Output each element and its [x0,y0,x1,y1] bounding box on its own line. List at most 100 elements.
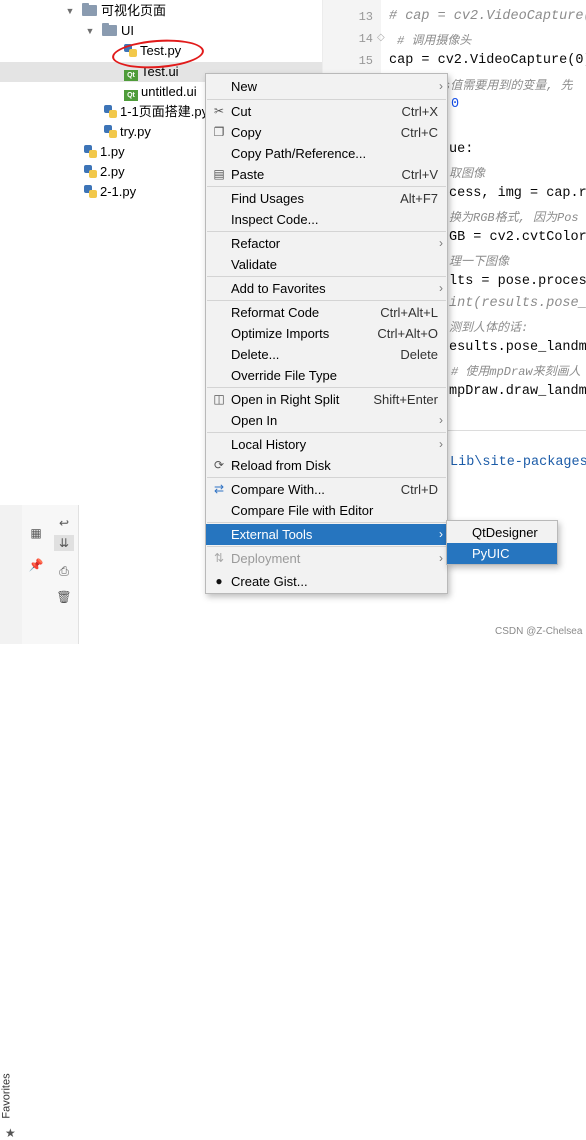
submenu-arrow-icon: › [439,281,443,295]
code-line: GB = cv2.cvtColor [449,230,586,245]
menu-separator [207,432,446,433]
console-path-text: Lib\site-packages [450,455,586,470]
menu-item-copy-path[interactable]: Copy Path/Reference... [206,143,447,164]
menu-item-optimize-imports[interactable]: Optimize Imports Ctrl+Alt+O [206,323,447,344]
trash-icon[interactable]: 🗑 [54,589,74,605]
menu-item-reformat-code[interactable]: Reformat Code Ctrl+Alt+L [206,302,447,323]
external-tools-submenu: QtDesigner PyUIC [446,520,558,565]
menu-item-delete[interactable]: Delete... Delete [206,344,447,365]
submenu-arrow-icon: › [439,551,443,565]
menu-item-compare-file-with-editor[interactable]: Compare File with Editor [206,500,447,521]
code-line: 换为RGB格式, 因为Pos [449,211,579,225]
folder-icon [82,3,97,16]
menu-item-copy[interactable]: ❐ Copy Ctrl+C [206,122,447,143]
menu-item-local-history[interactable]: Local History › [206,434,447,455]
tree-item-label: try.py [120,124,151,139]
code-line: # 调用摄像头 [397,34,472,48]
code-line: lts = pose.proces [449,274,586,289]
code-line: 测到人体的话: [449,321,529,335]
python-file-icon [104,105,117,118]
menu-item-create-gist[interactable]: ● Create Gist... [206,571,447,592]
menu-separator [207,276,446,277]
tree-item-label: untitled.ui [141,84,197,99]
tree-file-untitled-ui[interactable]: Qt untitled.ui [124,82,197,102]
menu-item-validate[interactable]: Validate [206,254,447,275]
tree-item-label: 2.py [100,164,125,179]
submenu-arrow-icon: › [439,413,443,427]
code-line: ue: [449,142,474,157]
tree-file-2-py[interactable]: 2.py [84,162,125,182]
menu-item-new[interactable]: New › [206,76,447,97]
tree-item-label: 1.py [100,144,125,159]
code-line: esults.pose_landm [449,340,586,355]
tree-item-label: 可视化页面 [101,3,167,18]
github-icon: ● [215,574,223,588]
favorites-tab[interactable]: Favorites [1,1073,13,1118]
line-number: 14 [358,32,373,46]
menu-separator [207,231,446,232]
print-icon[interactable]: ⎙ [54,563,74,579]
menu-item-override-file-type[interactable]: Override File Type [206,365,447,386]
code-line: # cap = cv2.VideoCapture( [389,9,586,24]
qt-file-icon: Qt [124,90,138,101]
submenu-item-qtdesigner[interactable]: QtDesigner [447,522,557,543]
layout-icon[interactable]: ▦ [26,525,46,541]
compare-icon: ⇄ [213,482,225,496]
python-file-icon [84,165,97,178]
reload-icon: ⟳ [213,458,225,472]
context-menu: New › ✂ Cut Ctrl+X ❐ Copy Ctrl+C Copy Path/Re… [205,73,448,594]
menu-item-open-right-split[interactable]: ◫ Open in Right Split Shift+Enter [206,389,447,410]
python-file-icon [84,145,97,158]
submenu-arrow-icon: › [439,79,443,93]
watermark: CSDN @Z-Chelsea [495,626,583,637]
code-line: 取图像 [449,167,486,181]
favorites-strip: Favorites ★ [0,505,23,1140]
star-icon[interactable]: ★ [5,1126,16,1140]
submenu-item-pyuic[interactable]: PyUIC [447,543,557,564]
scissors-icon: ✂ [213,104,225,118]
menu-item-paste[interactable]: ▤ Paste Ctrl+V [206,164,447,185]
split-icon: ◫ [213,392,225,406]
qt-file-icon: Qt [124,70,138,81]
code-line: cess, img = cap.re [449,186,586,201]
menu-item-external-tools[interactable]: External Tools › [206,524,447,545]
submenu-arrow-icon: › [439,527,443,541]
menu-item-inspect-code[interactable]: Inspect Code... [206,209,447,230]
deployment-icon: ⇅ [213,551,225,565]
menu-item-deployment[interactable]: ⇅ Deployment › [206,548,447,569]
tree-file-2-1-py[interactable]: 2-1.py [84,182,136,202]
expand-arrow-icon[interactable]: ▼ [64,1,76,21]
wrap-icon[interactable]: ↩ [54,515,74,531]
menu-separator [207,99,446,100]
menu-separator [207,546,446,547]
tool-strip-left: ▦ 📌 [22,505,51,644]
code-line: 0 [451,97,460,112]
menu-separator [207,477,446,478]
menu-item-find-usages[interactable]: Find Usages Alt+F7 [206,188,447,209]
menu-separator [207,186,446,187]
expand-arrow-icon[interactable]: ▼ [84,21,96,41]
menu-item-reload-from-disk[interactable]: ⟳ Reload from Disk [206,455,447,476]
folder-icon [102,23,117,36]
menu-item-cut[interactable]: ✂ Cut Ctrl+X [206,101,447,122]
submenu-arrow-icon: › [439,437,443,451]
python-file-icon [104,125,117,138]
fold-marker-icon[interactable]: ◇ [377,32,385,43]
tree-item-label: 1-1页面搭建.py [120,104,209,119]
line-number: 13 [358,10,373,24]
tree-file-page-build-py[interactable]: 1-1页面搭建.py [104,102,208,122]
tree-file-try-py[interactable]: try.py [104,122,151,142]
tree-file-1-py[interactable]: 1.py [84,142,125,162]
code-line: mpDraw.draw_landm [449,384,586,399]
pin-icon[interactable]: 📌 [26,557,46,573]
menu-item-open-in[interactable]: Open In › [206,410,447,431]
line-number: 15 [358,54,373,68]
scroll-to-end-icon[interactable]: ⇊ [54,535,74,551]
menu-item-compare-with[interactable]: ⇄ Compare With... Ctrl+D [206,479,447,500]
menu-separator [207,387,446,388]
submenu-arrow-icon: › [439,236,443,250]
code-line: # 使用mpDraw来刻画人 [451,365,581,379]
menu-item-add-to-favorites[interactable]: Add to Favorites › [206,278,447,299]
menu-item-refactor[interactable]: Refactor › [206,233,447,254]
tree-item-label: UI [121,23,134,38]
